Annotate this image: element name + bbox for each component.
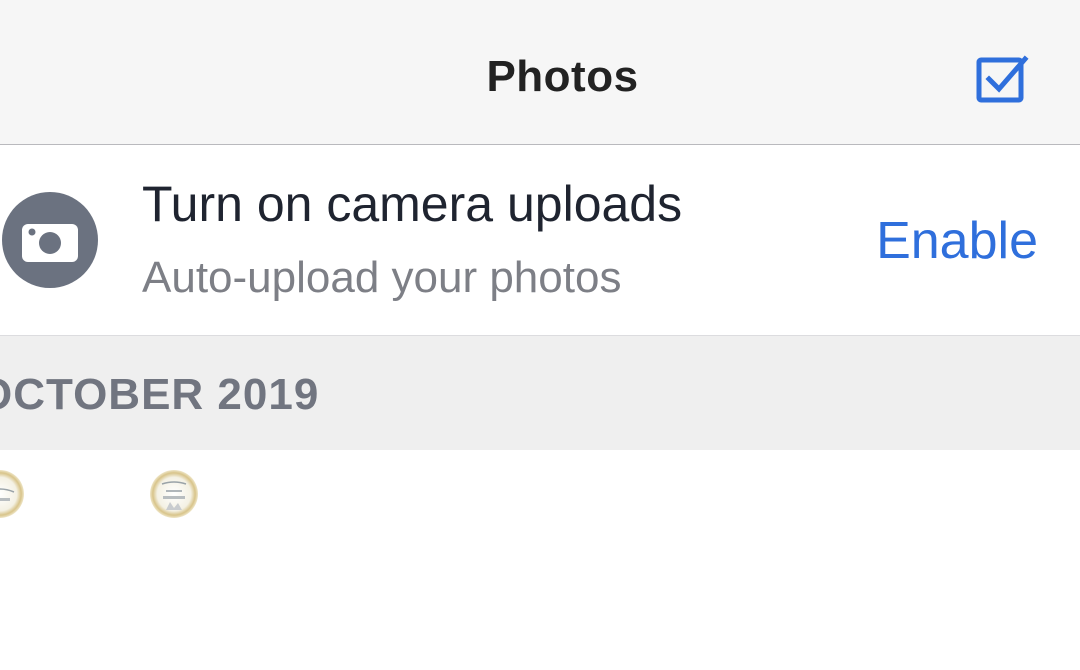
section-title: OCTOBER 2019 [0, 370, 320, 419]
date-section-header: OCTOBER 2019 [0, 336, 1080, 450]
enable-button[interactable]: Enable [876, 211, 1038, 271]
select-button[interactable] [970, 48, 1032, 110]
camera-uploads-title: Turn on camera uploads [142, 176, 683, 232]
camera-uploads-subtitle: Auto-upload your photos [142, 253, 622, 302]
camera-icon [2, 192, 98, 288]
checkbox-select-icon [976, 55, 1029, 103]
navigation-bar: Photos [0, 0, 1080, 145]
page-title: Photos [486, 52, 639, 101]
photo-thumbnail[interactable] [148, 468, 200, 520]
photo-thumbnail[interactable] [0, 468, 26, 520]
camera-uploads-banner: Turn on camera uploads Auto-upload your … [0, 145, 1080, 336]
